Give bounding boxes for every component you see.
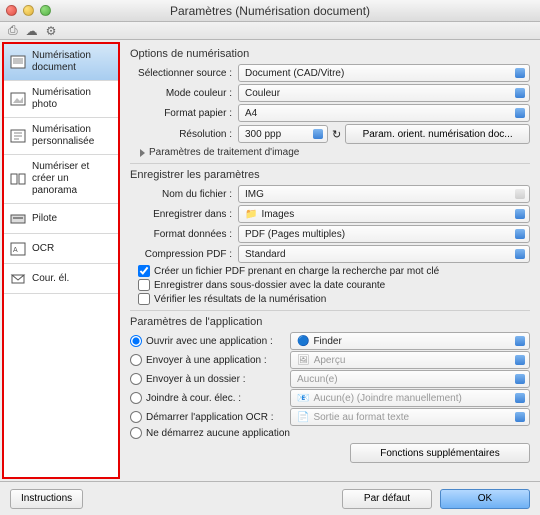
svg-text:A: A <box>13 247 18 254</box>
resolution-label: Résolution : <box>130 129 238 140</box>
sidebar-item-label: Numériser et créer un panorama <box>32 161 112 197</box>
toolbar: ⎙ ☁ ⚙ <box>0 22 540 40</box>
mail-icon: 📧 <box>297 393 309 404</box>
save-settings-title: Enregistrer les paramètres <box>130 169 530 181</box>
source-label: Sélectionner source : <box>130 68 238 79</box>
attach-mail-select[interactable]: 📧Aucun(e) (Joindre manuellement) <box>290 389 530 407</box>
send-to-folder-select[interactable]: Aucun(e) <box>290 370 530 388</box>
source-select[interactable]: Document (CAD/Vitre) <box>238 64 530 82</box>
app-settings-title: Paramètres de l'application <box>130 316 530 328</box>
send-to-app-select[interactable]: 🖼Aperçu <box>290 351 530 369</box>
footer: Instructions Par défaut OK <box>0 481 540 515</box>
pdfcomp-label: Compression PDF : <box>130 249 238 260</box>
colormode-label: Mode couleur : <box>130 88 238 99</box>
window-title: Paramètres (Numérisation document) <box>0 4 540 18</box>
orientation-settings-button[interactable]: Param. orient. numérisation doc... <box>345 124 530 144</box>
sidebar-item-scan-custom[interactable]: Numérisation personnalisée <box>4 118 118 155</box>
ocr-icon: A <box>10 242 26 256</box>
papersize-label: Format papier : <box>130 108 238 119</box>
sidebar-item-driver[interactable]: Pilote <box>4 204 118 234</box>
sidebar-item-label: Pilote <box>32 213 57 225</box>
preview-icon: 🖼 <box>297 355 310 366</box>
document-icon <box>10 55 26 69</box>
sidebar-item-ocr[interactable]: A OCR <box>4 234 118 264</box>
driver-icon <box>10 212 26 226</box>
content-pane: Options de numérisation Sélectionner sou… <box>120 40 540 481</box>
subfolder-checkbox[interactable]: Enregistrer dans sous-dossier avec la da… <box>138 279 530 291</box>
sidebar-item-email[interactable]: Cour. él. <box>4 264 118 294</box>
refresh-icon[interactable]: ↻ <box>332 128 341 141</box>
scanner-tab-icon[interactable]: ⎙ <box>8 23 18 38</box>
sidebar-item-label: Numérisation document <box>32 50 112 74</box>
cloud-tab-icon[interactable]: ☁ <box>26 24 38 38</box>
colormode-select[interactable]: Couleur <box>238 84 530 102</box>
send-to-app-radio[interactable]: Envoyer à une application : 🖼Aperçu <box>130 351 530 369</box>
send-to-folder-radio[interactable]: Envoyer à un dossier : Aucun(e) <box>130 370 530 388</box>
start-ocr-select[interactable]: 📄Sortie au format texte <box>290 408 530 426</box>
format-select[interactable]: PDF (Pages multiples) <box>238 225 530 243</box>
triangle-right-icon <box>140 149 145 157</box>
email-icon <box>10 272 26 286</box>
sidebar-item-scan-photo[interactable]: Numérisation photo <box>4 81 118 118</box>
papersize-select[interactable]: A4 <box>238 104 530 122</box>
savein-select[interactable]: 📁Images <box>238 205 530 223</box>
resolution-select[interactable]: 300 ppp <box>238 125 328 143</box>
pdfcomp-select[interactable]: Standard <box>238 245 530 263</box>
verify-checkbox[interactable]: Vérifier les résultats de la numérisatio… <box>138 293 530 305</box>
sidebar-item-label: OCR <box>32 243 54 255</box>
text-output-icon: 📄 <box>297 412 309 423</box>
titlebar: Paramètres (Numérisation document) <box>0 0 540 22</box>
sidebar-item-scan-document[interactable]: Numérisation document <box>4 44 118 81</box>
custom-icon <box>10 129 26 143</box>
divider <box>130 310 530 311</box>
sidebar-item-label: Numérisation photo <box>32 87 112 111</box>
panorama-icon <box>10 172 26 186</box>
photo-icon <box>10 92 26 106</box>
start-none-radio[interactable]: Ne démarrez aucune application <box>130 427 530 439</box>
sidebar: Numérisation document Numérisation photo… <box>2 42 120 479</box>
instructions-button[interactable]: Instructions <box>10 489 83 509</box>
scan-options-title: Options de numérisation <box>130 48 530 60</box>
settings-window: Paramètres (Numérisation document) ⎙ ☁ ⚙… <box>0 0 540 515</box>
open-with-select[interactable]: 🔵Finder <box>290 332 530 350</box>
open-with-app-radio[interactable]: Ouvrir avec une application : 🔵Finder <box>130 332 530 350</box>
sidebar-item-label: Numérisation personnalisée <box>32 124 112 148</box>
savein-label: Enregistrer dans : <box>130 209 238 220</box>
attach-mail-radio[interactable]: Joindre à cour. élec. : 📧Aucun(e) (Joind… <box>130 389 530 407</box>
filename-label: Nom du fichier : <box>130 189 238 200</box>
start-ocr-radio[interactable]: Démarrer l'application OCR : 📄Sortie au … <box>130 408 530 426</box>
image-processing-disclosure[interactable]: Paramètres de traitement d'image <box>140 147 530 158</box>
pdf-keyword-checkbox[interactable]: Créer un fichier PDF prenant en charge l… <box>138 265 530 277</box>
sidebar-item-label: Cour. él. <box>32 273 69 285</box>
sidebar-item-stitch[interactable]: Numériser et créer un panorama <box>4 155 118 204</box>
filename-field[interactable]: IMG <box>238 185 530 203</box>
format-label: Format données : <box>130 229 238 240</box>
tools-tab-icon[interactable]: ⚙ <box>46 24 57 38</box>
defaults-button[interactable]: Par défaut <box>342 489 432 509</box>
finder-icon: 🔵 <box>297 336 309 347</box>
ok-button[interactable]: OK <box>440 489 530 509</box>
divider <box>130 163 530 164</box>
folder-icon: 📁 <box>245 209 257 220</box>
additional-functions-button[interactable]: Fonctions supplémentaires <box>350 443 530 463</box>
